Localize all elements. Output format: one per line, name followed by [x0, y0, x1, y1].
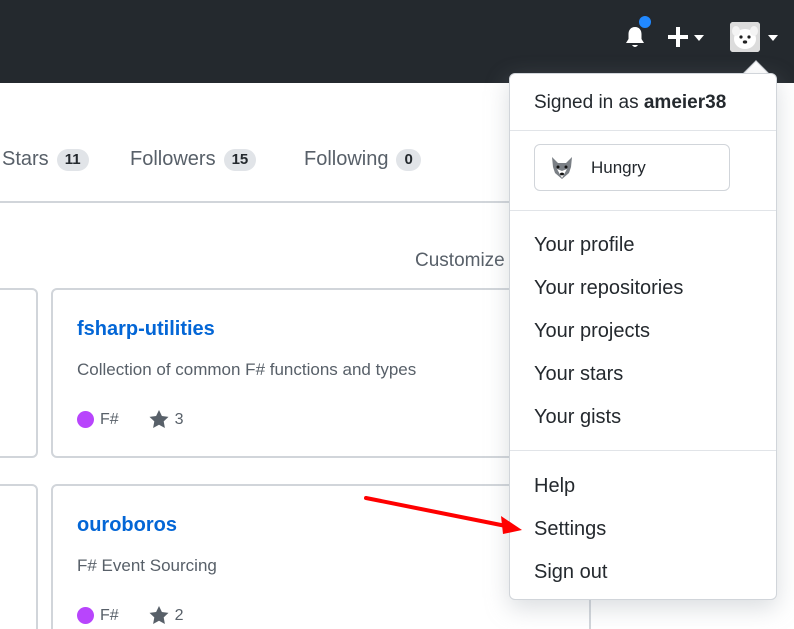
menu-divider [510, 130, 776, 131]
star-icon[interactable] [149, 606, 169, 625]
chevron-down-icon [768, 35, 778, 41]
repo-star-count[interactable]: 3 [175, 411, 184, 429]
chevron-down-icon [694, 35, 704, 41]
menu-item-your-repositories[interactable]: Your repositories [534, 277, 683, 300]
language-color-dot [77, 607, 94, 624]
create-new-button[interactable] [666, 24, 710, 50]
signed-in-prefix: Signed in as [534, 92, 639, 113]
user-dropdown-menu: Signed in as ameier38 Hungry Your profil… [509, 73, 777, 600]
repo-description: F# Event Sourcing [77, 556, 217, 575]
user-menu-button[interactable] [728, 20, 784, 54]
menu-item-sign-out[interactable]: Sign out [534, 561, 607, 584]
menu-divider [510, 450, 776, 451]
following-count-badge: 0 [396, 148, 421, 171]
plus-icon [668, 27, 688, 47]
stars-count-badge: 11 [56, 148, 89, 171]
nav-followers[interactable]: Followers 15 [130, 148, 257, 171]
user-avatar [730, 22, 760, 52]
repo-star-count[interactable]: 2 [175, 607, 184, 625]
set-status-button[interactable]: Hungry [534, 144, 730, 191]
repo-name-link[interactable]: fsharp-utilities [77, 318, 215, 341]
menu-item-your-gists[interactable]: Your gists [534, 406, 621, 429]
top-header [0, 0, 794, 83]
nav-followers-label: Followers [130, 148, 216, 170]
followers-count-badge: 15 [223, 148, 257, 171]
menu-item-your-projects[interactable]: Your projects [534, 320, 650, 343]
notification-indicator [637, 14, 653, 30]
repo-language: F# [100, 410, 119, 428]
star-icon[interactable] [149, 410, 169, 429]
status-text: Hungry [591, 157, 646, 177]
menu-item-help[interactable]: Help [534, 475, 575, 498]
repo-meta: F# 2 [77, 606, 184, 625]
annotation-arrow-icon [364, 496, 522, 534]
nav-following-label: Following [304, 148, 389, 170]
customize-pins-link[interactable]: Customize [415, 250, 505, 272]
signed-in-username: ameier38 [643, 92, 727, 113]
nav-following[interactable]: Following 0 [304, 148, 421, 171]
menu-item-your-stars[interactable]: Your stars [534, 363, 623, 386]
repo-language: F# [100, 606, 119, 624]
nav-stars-label: Stars [2, 148, 49, 170]
nav-stars[interactable]: Stars 11 [2, 148, 89, 171]
menu-item-your-profile[interactable]: Your profile [534, 234, 634, 257]
repo-card-partial [0, 484, 38, 629]
repo-card-partial [0, 288, 38, 458]
nav-divider [0, 201, 520, 203]
language-color-dot [77, 411, 94, 428]
menu-divider [510, 210, 776, 211]
menu-item-settings[interactable]: Settings [534, 518, 606, 541]
wolf-face-icon [552, 156, 572, 179]
repo-meta: F# 3 [77, 410, 184, 429]
repo-description: Collection of common F# functions and ty… [77, 360, 417, 379]
signed-in-header: Signed in as ameier38 [534, 92, 726, 114]
repo-name-link[interactable]: ouroboros [77, 514, 177, 537]
